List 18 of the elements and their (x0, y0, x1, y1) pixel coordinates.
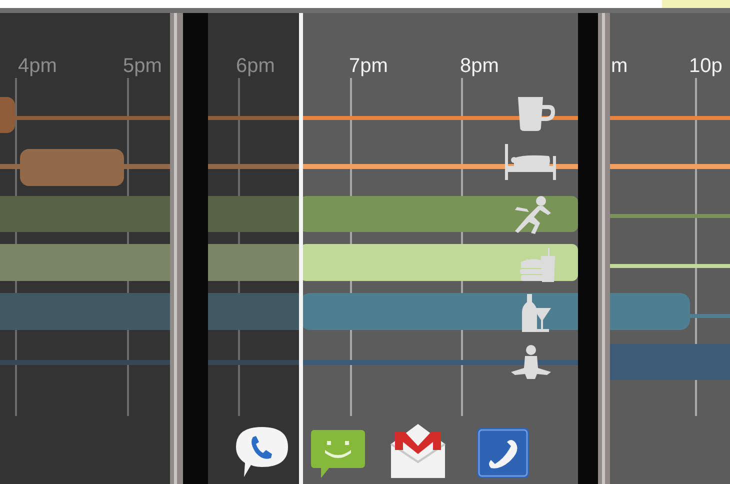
hour-label: 6pm (236, 55, 275, 77)
hour-label: 4pm (18, 55, 57, 77)
bottle-glass-icon (522, 294, 551, 332)
envelope-icon[interactable] (390, 424, 446, 478)
phone-icon[interactable] (477, 428, 529, 478)
mug-icon (518, 97, 555, 131)
meditation-icon (511, 345, 551, 379)
hour-label: 5pm (123, 55, 162, 77)
burger-drink-icon (520, 248, 555, 282)
hour-label: 10p (689, 55, 722, 77)
highlight-strip (662, 0, 730, 8)
hour-label: 8pm (460, 55, 499, 77)
runner-icon (515, 196, 551, 234)
phone-bubble-icon[interactable] (236, 427, 288, 477)
bed-icon (505, 144, 556, 180)
hour-label: m (611, 55, 628, 77)
hour-label: 7pm (349, 55, 388, 77)
chat-bubble-icon[interactable] (311, 430, 365, 478)
